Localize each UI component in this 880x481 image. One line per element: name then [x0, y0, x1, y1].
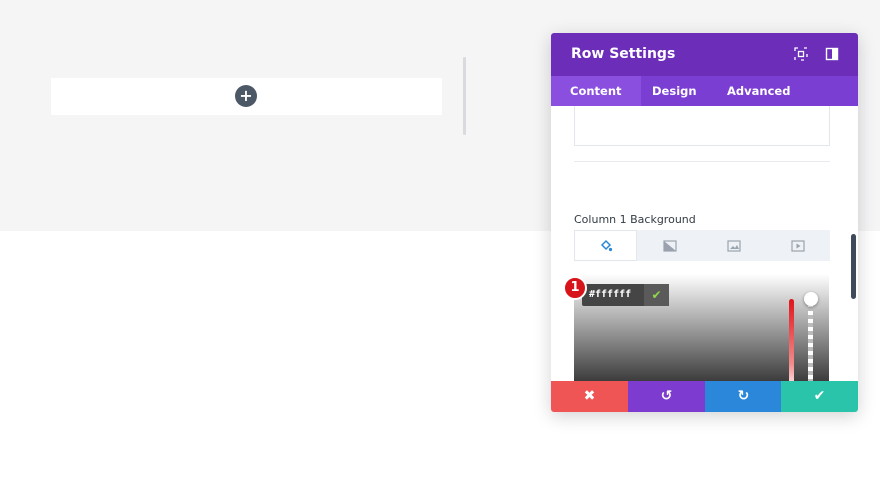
modal-body: Column 1 Background #ffffff ✔ 1	[551, 106, 858, 381]
opacity-slider[interactable]	[808, 299, 813, 381]
text-field[interactable]	[574, 106, 830, 146]
tab-advanced[interactable]: Advanced	[708, 76, 809, 106]
fullscreen-icon[interactable]	[794, 46, 810, 62]
modal-header: Row Settings	[551, 33, 858, 76]
modal-footer: ✖ ↺ ↻ ✔	[551, 381, 858, 412]
background-image-tab[interactable]	[702, 230, 765, 261]
background-color-tab[interactable]	[574, 230, 637, 261]
row-settings-modal: Row Settings Content Design Advanced Col…	[551, 33, 858, 412]
background-type-tabs	[574, 230, 830, 261]
paint-bucket-icon	[600, 239, 612, 251]
tab-content[interactable]: Content	[551, 76, 641, 106]
settings-tabs: Content Design Advanced	[551, 76, 858, 106]
modal-scrollbar[interactable]	[851, 234, 856, 299]
plus-icon: +	[239, 86, 253, 105]
background-gradient-tab[interactable]	[638, 230, 701, 261]
check-icon: ✔	[813, 388, 826, 404]
page-canvas: + Row Settings Content Design Advanced C…	[0, 0, 880, 481]
redo-icon: ↻	[737, 388, 750, 404]
opacity-slider-handle[interactable]	[804, 292, 818, 306]
add-module-button[interactable]: +	[235, 85, 257, 107]
hue-slider[interactable]	[789, 299, 794, 381]
background-video-tab[interactable]	[766, 230, 829, 261]
cancel-button[interactable]: ✖	[551, 381, 628, 412]
undo-button[interactable]: ↺	[628, 381, 705, 412]
column-background-label: Column 1 Background	[574, 213, 696, 226]
hex-input[interactable]: #ffffff ✔	[582, 284, 669, 306]
video-icon	[790, 239, 805, 252]
check-icon[interactable]: ✔	[644, 284, 669, 306]
section-divider	[574, 161, 830, 162]
hex-value: #ffffff	[589, 289, 632, 300]
sidebar-toggle-icon[interactable]	[825, 46, 841, 62]
image-icon	[726, 239, 741, 252]
close-icon: ✖	[583, 388, 596, 404]
modal-title: Row Settings	[571, 46, 676, 62]
save-button[interactable]: ✔	[781, 381, 858, 412]
undo-icon: ↺	[660, 388, 673, 404]
step-badge: 1	[563, 276, 587, 300]
tab-design[interactable]: Design	[633, 76, 716, 106]
redo-button[interactable]: ↻	[705, 381, 782, 412]
gradient-icon	[662, 239, 677, 252]
drag-handle[interactable]	[463, 57, 466, 135]
